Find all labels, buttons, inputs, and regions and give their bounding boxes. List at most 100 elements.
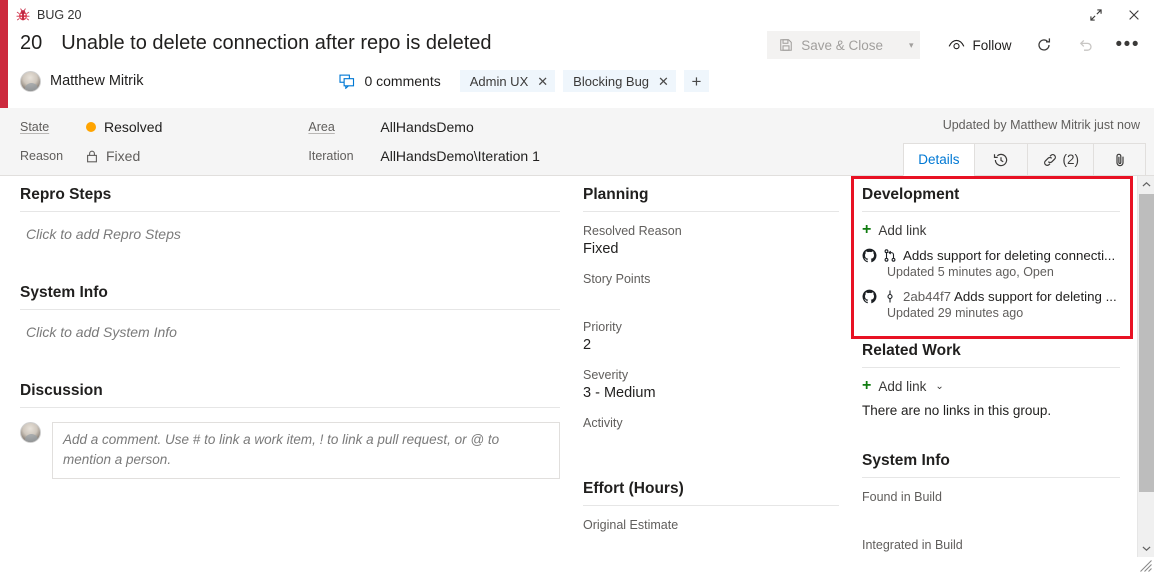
tab-history[interactable] (973, 143, 1027, 176)
reason-value: Fixed (86, 148, 140, 164)
tab-links-count: (2) (1062, 152, 1080, 167)
divider (583, 505, 839, 506)
work-item-type-label: BUG 20 (37, 8, 82, 22)
field-value (862, 507, 1120, 526)
tag-list: Admin UX ✕ Blocking Bug ✕ + (459, 70, 709, 92)
state-value: Resolved (86, 119, 162, 135)
add-tag-button[interactable]: + (683, 70, 709, 92)
avatar (20, 422, 41, 443)
refresh-icon[interactable] (1034, 35, 1054, 55)
add-link-label: Add link (878, 378, 927, 394)
close-icon[interactable] (1120, 2, 1148, 28)
repro-steps-group: Repro Steps Click to add Repro Steps (20, 186, 560, 242)
chevron-down-icon[interactable]: ▾ (909, 40, 914, 51)
reason-label: Reason (20, 149, 64, 163)
found-in-build-field[interactable]: Found in Build (862, 490, 1120, 526)
reason-value-text: Fixed (106, 148, 141, 164)
save-icon (780, 39, 792, 51)
development-title: Development (862, 186, 960, 203)
area-label: Area (308, 120, 335, 134)
repro-steps-title: Repro Steps (20, 186, 112, 203)
more-options-button[interactable]: ••• (1116, 35, 1140, 54)
state-field[interactable]: State Resolved (20, 117, 162, 137)
story-points-field[interactable]: Story Points (583, 272, 839, 308)
state-label: State (20, 120, 50, 134)
field-label: Priority (583, 320, 622, 334)
field-value (583, 535, 839, 554)
development-link-pull-request[interactable]: Adds support for deleting connecti... Up… (862, 248, 1120, 279)
resolved-reason-field[interactable]: Resolved Reason Fixed (583, 224, 839, 260)
related-work-empty-message: There are no links in this group. (862, 403, 1052, 418)
avatar (20, 70, 41, 92)
field-label: Integrated in Build (862, 538, 963, 552)
development-link-line: 2ab44f7 Adds support for deleting ... (862, 289, 1120, 304)
window-resize-grip[interactable] (1137, 557, 1154, 574)
assigned-to-name: Matthew Mitrik (50, 73, 144, 89)
development-add-link-button[interactable]: + Add link (862, 222, 1120, 238)
scroll-up-arrow[interactable] (1138, 176, 1154, 193)
system-info-title: System Info (20, 284, 108, 301)
right-column: Development + Add link Adds support for … (862, 186, 1120, 574)
activity-field[interactable]: Activity (583, 416, 839, 452)
development-link-text: 2ab44f7 Adds support for deleting ... (903, 289, 1117, 304)
reason-field[interactable]: Reason Fixed (20, 146, 162, 166)
priority-field[interactable]: Priority 2 (583, 320, 839, 356)
scroll-down-arrow[interactable] (1138, 540, 1154, 557)
iteration-field[interactable]: Iteration AllHandsDemo\Iteration 1 (308, 146, 540, 166)
tab-attachments[interactable] (1093, 143, 1146, 176)
development-link-status: Updated 29 minutes ago (887, 306, 1024, 320)
middle-column: Planning Resolved Reason Fixed Story Poi… (583, 186, 839, 574)
vertical-scrollbar[interactable] (1137, 176, 1154, 557)
divider (583, 211, 839, 212)
field-value: 3 - Medium (583, 385, 656, 401)
comments-count-label: 0 comments (364, 73, 441, 89)
link-icon (1043, 153, 1056, 166)
discussion-title: Discussion (20, 382, 103, 399)
planning-group: Planning Resolved Reason Fixed Story Poi… (583, 186, 839, 452)
follow-button[interactable]: Follow (948, 38, 1012, 53)
comment-input[interactable]: Add a comment. Use # to link a work item… (52, 422, 560, 479)
chevron-down-icon[interactable]: ⌄ (935, 381, 943, 392)
fields-column-state: State Resolved Reason Fixed (20, 117, 162, 166)
state-color-dot (86, 122, 96, 132)
field-value (583, 289, 839, 308)
work-item-body: Repro Steps Click to add Repro Steps Sys… (0, 176, 1154, 574)
add-link-label: Add link (878, 222, 927, 238)
work-item-title[interactable]: Unable to delete connection after repo i… (61, 32, 491, 55)
commit-icon (887, 290, 893, 303)
related-work-add-link-button[interactable]: + Add link ⌄ (862, 378, 1120, 394)
commit-sha: 2ab44f7 (903, 289, 952, 304)
scrollbar-thumb[interactable] (1139, 194, 1154, 492)
comments-icon (339, 74, 355, 89)
area-field[interactable]: Area AllHandsDemo (308, 117, 540, 137)
github-icon (862, 248, 877, 263)
right-system-info-title: System Info (862, 452, 950, 469)
fields-grid: State Resolved Reason Fixed Area AllHand… (20, 117, 540, 166)
tab-links[interactable]: (2) (1026, 143, 1093, 176)
system-info-placeholder[interactable]: Click to add System Info (20, 310, 560, 340)
expand-icon[interactable] (1082, 2, 1110, 28)
attachment-icon (1115, 153, 1124, 166)
work-item-type-accent-bar (0, 0, 8, 108)
save-and-close-button[interactable]: Save & Close ▾ (767, 31, 920, 59)
tab-details[interactable]: Details (903, 143, 974, 176)
bug-icon (16, 8, 30, 21)
original-estimate-field[interactable]: Original Estimate (583, 518, 839, 554)
tag-remove-icon[interactable]: ✕ (537, 75, 548, 88)
field-value: 2 (583, 337, 592, 353)
severity-field[interactable]: Severity 3 - Medium (583, 368, 839, 404)
tag-admin-ux[interactable]: Admin UX ✕ (459, 70, 556, 92)
assigned-to-control[interactable]: Matthew Mitrik (20, 70, 144, 92)
fields-strip: State Resolved Reason Fixed Area AllHand… (0, 108, 1154, 176)
tag-blocking-bug[interactable]: Blocking Bug ✕ (563, 70, 676, 92)
tag-remove-icon[interactable]: ✕ (658, 75, 669, 88)
repro-steps-placeholder[interactable]: Click to add Repro Steps (20, 212, 560, 242)
development-link-commit[interactable]: 2ab44f7 Adds support for deleting ... Up… (862, 289, 1120, 320)
title-bar: BUG 20 (8, 0, 1154, 30)
comments-link[interactable]: 0 comments (339, 73, 441, 89)
field-label: Original Estimate (583, 518, 679, 532)
development-link-line: Adds support for deleting connecti... (862, 248, 1120, 263)
field-label: Story Points (583, 272, 651, 286)
github-icon (862, 289, 877, 304)
field-label: Severity (583, 368, 629, 382)
